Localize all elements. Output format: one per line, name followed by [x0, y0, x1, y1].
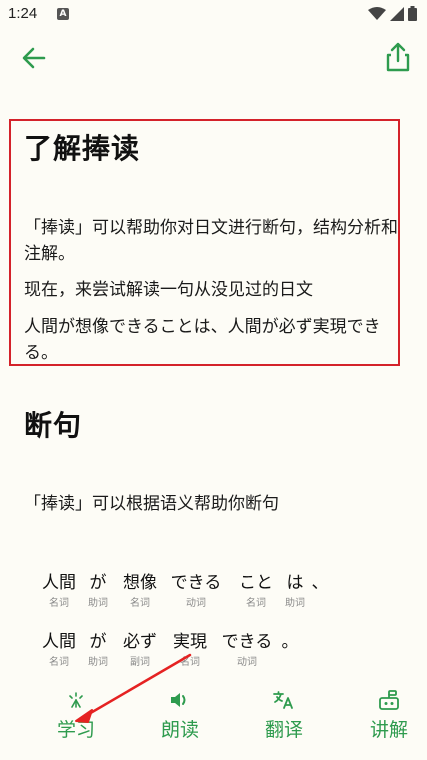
- nav-explain-label: 讲解: [369, 719, 408, 741]
- status-bar: 1:24 A: [0, 0, 427, 30]
- robot-icon: [379, 690, 399, 710]
- intro-paragraph-2: 现在，来尝试解读一句从没见过的日文: [24, 280, 313, 300]
- share-button[interactable]: [383, 41, 413, 73]
- nav-read-aloud-label: 朗读: [160, 719, 199, 741]
- back-button[interactable]: [18, 44, 50, 72]
- nav-read-aloud-button[interactable]: 朗读: [140, 686, 220, 746]
- battery-icon: [408, 6, 417, 21]
- top-toolbar: [0, 30, 427, 86]
- translate-icon: [273, 691, 293, 709]
- segment[interactable]: できる 动词: [168, 568, 224, 609]
- status-indicators: [368, 6, 417, 21]
- segment[interactable]: 人間 名词: [40, 627, 78, 668]
- intro-paragraph-1: 「捧读」可以帮助你对日文进行断句，结构分析和注解。: [24, 218, 398, 264]
- speaker-icon: [171, 693, 186, 707]
- section-title-segmentation: 断句: [24, 409, 83, 442]
- nav-explain-button[interactable]: 讲解: [349, 686, 427, 746]
- segment[interactable]: 人間 名词: [40, 568, 78, 609]
- nav-translate-button[interactable]: 翻译: [244, 686, 324, 746]
- segment[interactable]: 。: [280, 627, 300, 653]
- status-time: 1:24: [8, 5, 38, 22]
- nav-study-label: 学习: [56, 719, 95, 741]
- wifi-icon: [368, 6, 386, 20]
- notification-a-icon: A: [57, 8, 69, 20]
- segment[interactable]: こと 名词: [237, 568, 275, 609]
- segment[interactable]: 、: [310, 568, 330, 594]
- intro-paragraph-3: 人間が想像できることは、人間が必ず実現できる。: [24, 317, 381, 363]
- segment[interactable]: できる 动词: [219, 627, 275, 668]
- segment[interactable]: が助词: [85, 627, 111, 668]
- arrow-left-icon: [22, 47, 46, 69]
- segment[interactable]: 必ず 副词: [121, 627, 159, 668]
- nav-translate-label: 翻译: [264, 719, 303, 741]
- segment[interactable]: 想像 名词: [121, 568, 159, 609]
- sparkle-icon: [69, 692, 83, 708]
- share-icon: [386, 42, 410, 72]
- signal-icon: [390, 6, 404, 21]
- segment[interactable]: は助词: [282, 568, 308, 609]
- bottom-navigation: 学习 朗读 翻译 讲解: [0, 686, 427, 760]
- nav-study-button[interactable]: 学习: [36, 686, 116, 746]
- segment[interactable]: が助词: [85, 568, 111, 609]
- section-title-intro: 了解捧读: [24, 132, 141, 165]
- segment[interactable]: 実現 名词: [171, 627, 209, 668]
- segmentation-description: 「捧读」可以根据语义帮助你断句: [24, 494, 279, 514]
